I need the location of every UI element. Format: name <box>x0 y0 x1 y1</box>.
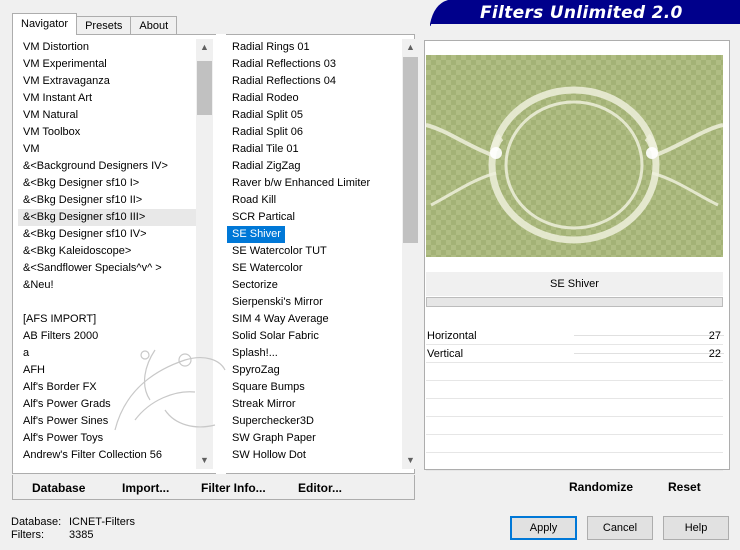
progress-bar <box>426 297 723 307</box>
category-scrollbar[interactable]: ▲ ▼ <box>196 39 213 469</box>
filter-item[interactable]: SpyroZag <box>227 362 402 379</box>
category-item[interactable]: &<Background Designers IV> <box>18 158 196 175</box>
param-value: 27 <box>708 330 721 342</box>
category-item[interactable]: &<Bkg Designer sf10 I> <box>18 175 196 192</box>
category-item[interactable]: a <box>18 345 196 362</box>
filter-item[interactable]: SW Hollow Dot <box>227 447 402 464</box>
param-row-empty <box>426 435 723 453</box>
param-slider-track[interactable] <box>574 335 724 336</box>
category-list[interactable]: VM Distortion VM Experimental VM Extravaga… <box>18 39 196 469</box>
filter-item[interactable]: Radial Reflections 03 <box>227 56 402 73</box>
category-item[interactable]: Alf's Border FX <box>18 379 196 396</box>
filter-item[interactable]: SE Watercolor <box>227 260 402 277</box>
filter-item[interactable]: Solid Solar Fabric <box>227 328 402 345</box>
database-button[interactable]: Database <box>32 481 85 495</box>
filter-item[interactable]: SE Watercolor TUT <box>227 243 402 260</box>
param-label: Vertical <box>427 348 464 360</box>
filter-item[interactable]: Radial ZigZag <box>227 158 402 175</box>
list-divider <box>216 34 226 474</box>
scroll-thumb[interactable] <box>197 61 212 115</box>
preview-image <box>426 55 723 257</box>
database-label: Database: <box>11 516 62 528</box>
toolbar: Database Import... Filter Info... Editor… <box>12 475 415 500</box>
category-item[interactable]: VM Toolbox <box>18 124 196 141</box>
category-item[interactable]: VM <box>18 141 196 158</box>
import-button[interactable]: Import... <box>122 481 169 495</box>
filter-item[interactable]: Radial Rings 01 <box>227 39 402 56</box>
filter-item[interactable]: SE Shiver <box>227 226 285 243</box>
scroll-thumb[interactable] <box>403 57 418 243</box>
parameter-table: Horizontal 27 Vertical 22 <box>426 327 724 471</box>
filter-item[interactable]: Raver b/w Enhanced Limiter <box>227 175 402 192</box>
category-item[interactable]: &<Sandflower Specials^v^ > <box>18 260 196 277</box>
category-item[interactable]: VM Natural <box>18 107 196 124</box>
scroll-down-icon[interactable]: ▼ <box>402 452 419 469</box>
param-row-empty <box>426 417 723 435</box>
tab-bar: Navigator Presets About <box>12 13 178 35</box>
tab-presets[interactable]: Presets <box>76 16 132 35</box>
param-slider-track[interactable] <box>574 353 724 354</box>
category-item[interactable]: &<Bkg Designer sf10 II> <box>18 192 196 209</box>
filter-item[interactable]: Square Bumps <box>227 379 402 396</box>
tab-about[interactable]: About <box>130 16 178 35</box>
filter-item[interactable]: Radial Rodeo <box>227 90 402 107</box>
filter-scrollbar[interactable]: ▲ ▼ <box>402 39 419 469</box>
scroll-down-icon[interactable]: ▼ <box>196 452 213 469</box>
category-item[interactable]: Alf's Power Toys <box>18 430 196 447</box>
param-row-empty <box>426 453 723 471</box>
category-item[interactable]: Alf's Power Sines <box>18 413 196 430</box>
param-row-empty <box>426 399 723 417</box>
filter-item[interactable]: SW Graph Paper <box>227 430 402 447</box>
filter-item[interactable]: SCR Partical <box>227 209 402 226</box>
scroll-up-icon[interactable]: ▲ <box>196 39 213 56</box>
filter-info-button[interactable]: Filter Info... <box>201 481 266 495</box>
category-item[interactable]: VM Extravaganza <box>18 73 196 90</box>
randomize-button[interactable]: Randomize <box>569 480 633 494</box>
filter-item[interactable]: Radial Split 05 <box>227 107 402 124</box>
filters-count-label: Filters: <box>11 529 44 541</box>
filter-item[interactable]: Radial Tile 01 <box>227 141 402 158</box>
category-item[interactable]: [AFS IMPORT] <box>18 311 196 328</box>
param-label: Horizontal <box>427 330 477 342</box>
filter-item[interactable]: Streak Mirror <box>227 396 402 413</box>
help-button[interactable]: Help <box>663 516 729 540</box>
selected-filter-name: SE Shiver <box>426 272 723 296</box>
filter-list[interactable]: Radial Rings 01 Radial Reflections 03 Radi… <box>227 39 402 469</box>
category-item[interactable]: &Neu! <box>18 277 196 294</box>
filter-item[interactable]: Radial Split 06 <box>227 124 402 141</box>
category-item[interactable]: Alf's Power Grads <box>18 396 196 413</box>
category-item[interactable]: AB Filters 2000 <box>18 328 196 345</box>
editor-button[interactable]: Editor... <box>298 481 342 495</box>
param-row-empty <box>426 381 723 399</box>
category-item[interactable]: &<Bkg Kaleidoscope> <box>18 243 196 260</box>
tab-navigator[interactable]: Navigator <box>12 13 78 35</box>
scroll-up-icon[interactable]: ▲ <box>402 39 419 56</box>
category-item[interactable]: VM Instant Art <box>18 90 196 107</box>
filter-item[interactable]: Splash!... <box>227 345 402 362</box>
reset-button[interactable]: Reset <box>668 480 701 494</box>
param-row-empty <box>426 363 723 381</box>
filter-item[interactable]: Radial Reflections 04 <box>227 73 402 90</box>
category-item[interactable]: &<Bkg Designer sf10 IV> <box>18 226 196 243</box>
category-item[interactable]: &<Bkg Designer sf10 III> <box>18 209 196 226</box>
category-item[interactable]: Andrew's Filter Collection 56 <box>18 447 196 464</box>
filter-item[interactable]: Sierpenski's Mirror <box>227 294 402 311</box>
filter-item[interactable]: Sectorize <box>227 277 402 294</box>
filter-item[interactable]: SIM 4 Way Average <box>227 311 402 328</box>
param-value: 22 <box>708 348 721 360</box>
filter-item[interactable]: Road Kill <box>227 192 402 209</box>
param-row[interactable]: Vertical 22 <box>426 345 724 363</box>
category-item[interactable] <box>18 294 196 311</box>
database-value: ICNET-Filters <box>69 516 135 528</box>
filter-item[interactable]: Superchecker3D <box>227 413 402 430</box>
category-item[interactable]: VM Experimental <box>18 56 196 73</box>
category-item[interactable]: VM Distortion <box>18 39 196 56</box>
filters-count-value: 3385 <box>69 529 94 541</box>
cancel-button[interactable]: Cancel <box>587 516 653 540</box>
apply-button[interactable]: Apply <box>510 516 577 540</box>
param-row[interactable]: Horizontal 27 <box>426 327 724 345</box>
category-item[interactable]: AFH <box>18 362 196 379</box>
app-title: Filters Unlimited 2.0 <box>480 3 683 23</box>
